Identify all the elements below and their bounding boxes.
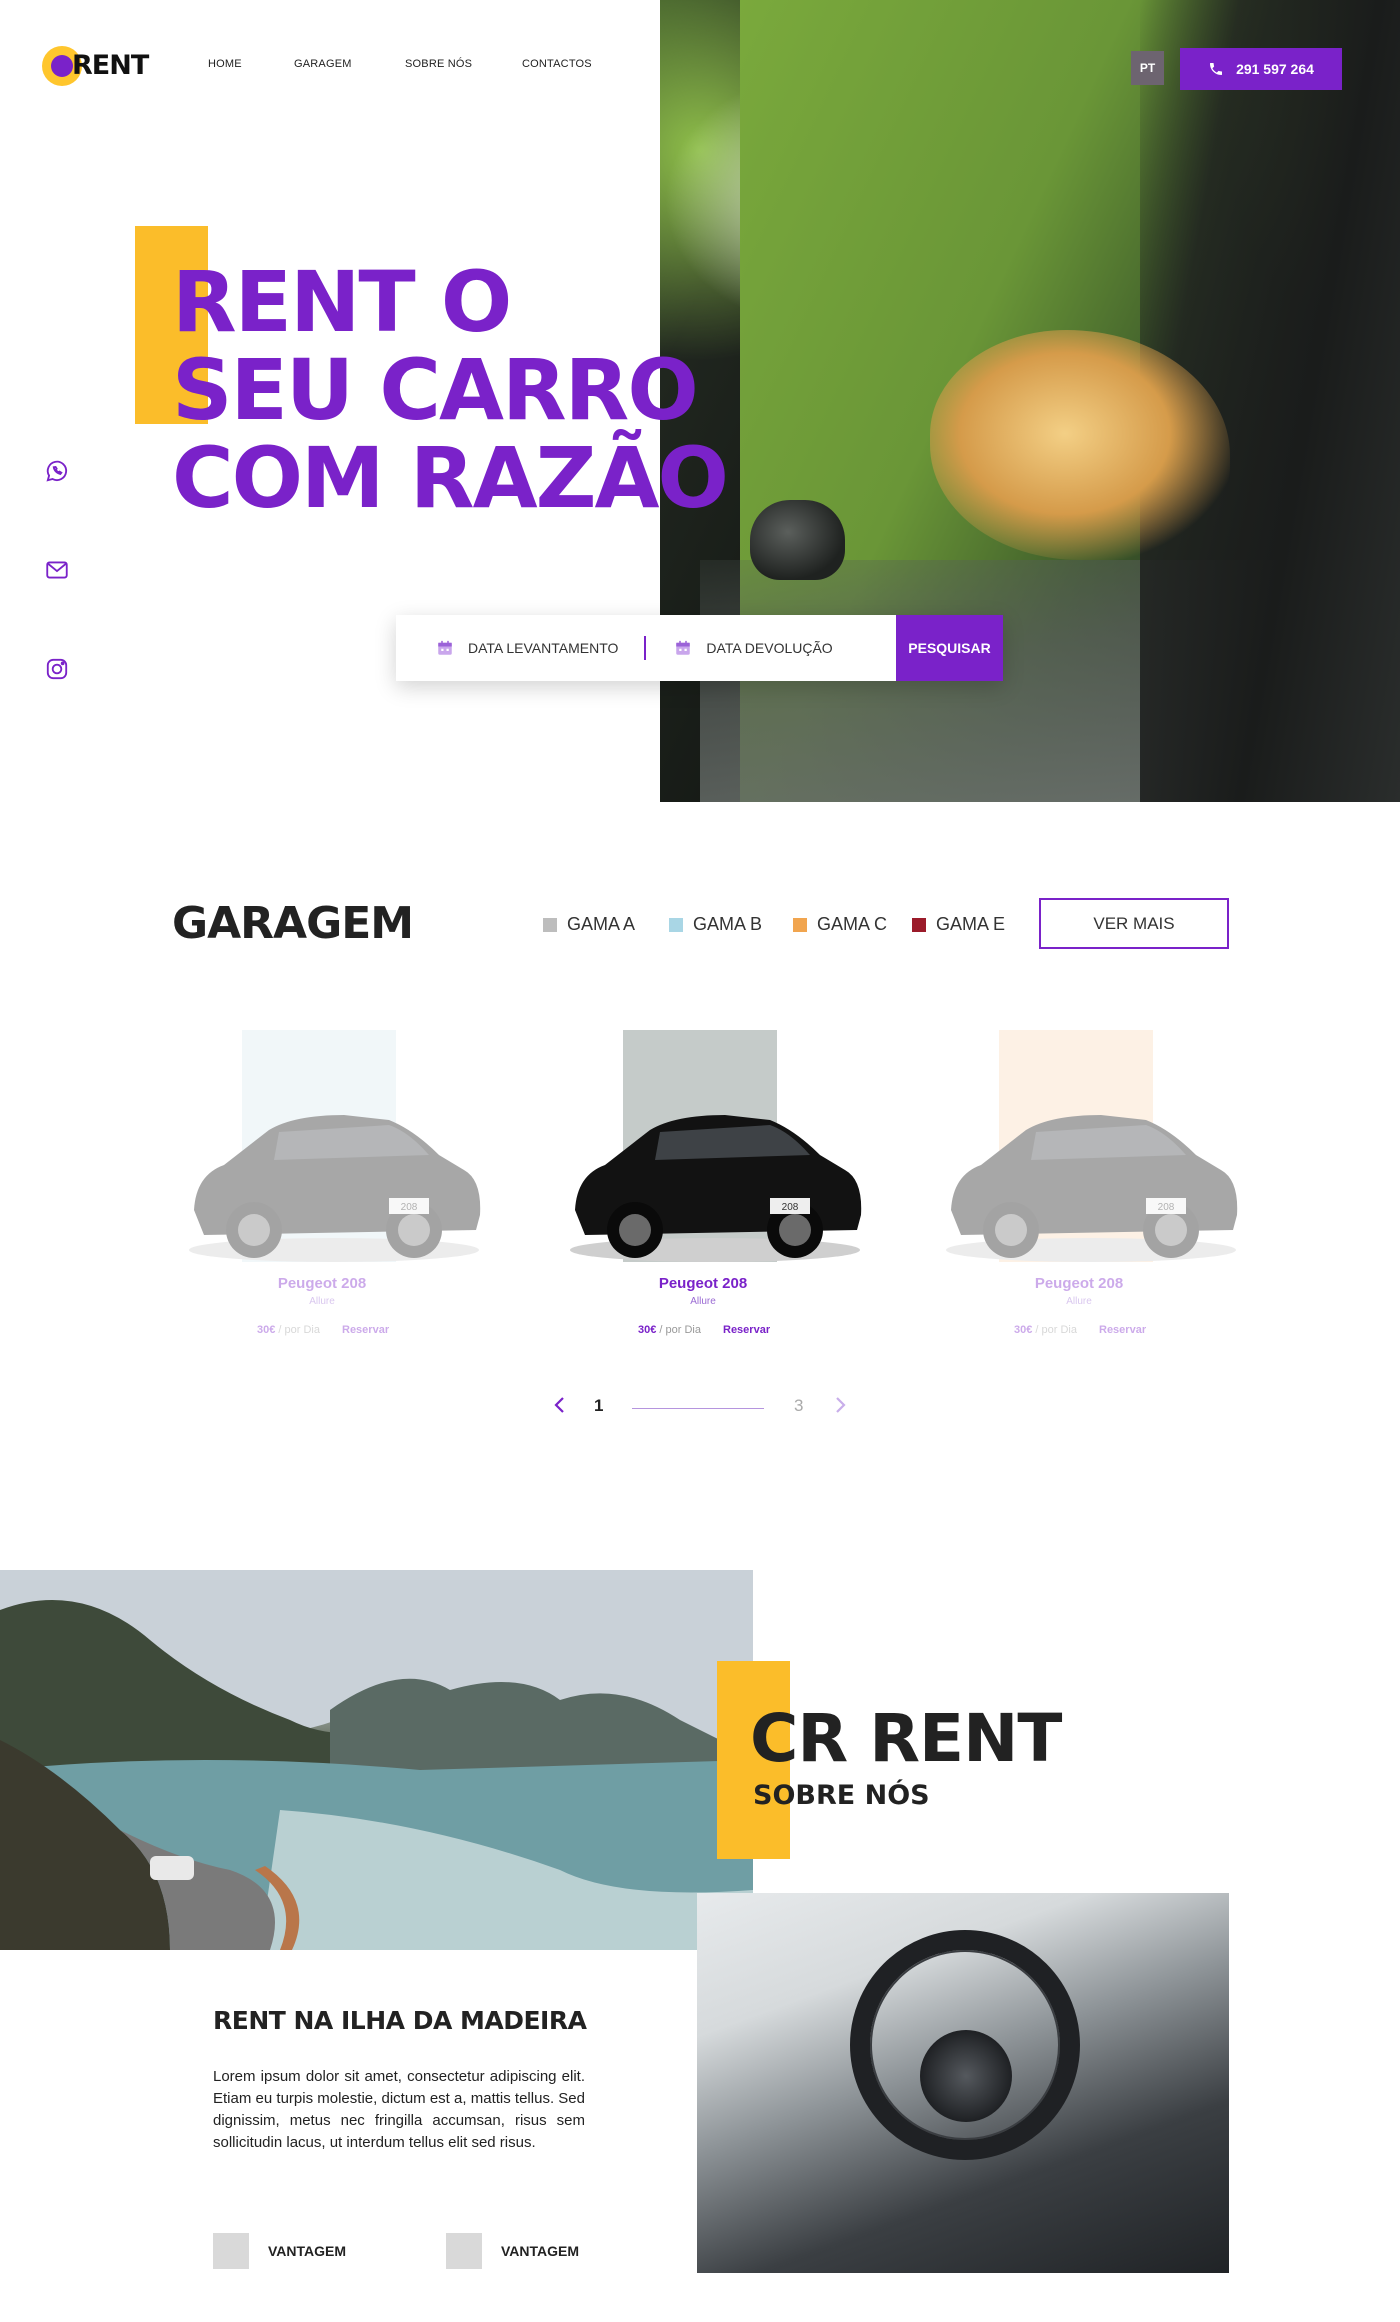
search-button[interactable]: PESQUISAR: [896, 615, 1003, 681]
legend-label: GAMA B: [693, 914, 763, 934]
legend-gama-c[interactable]: GAMA C: [793, 914, 887, 935]
reserve-link[interactable]: Reservar: [723, 1324, 770, 1336]
nav-sobre-nos[interactable]: SOBRE NÓS: [405, 58, 472, 70]
return-date-field[interactable]: DATA DEVOLUÇÃO: [646, 615, 833, 681]
coast-photo: [0, 1570, 753, 1950]
vantagem-item: VANTAGEM: [213, 2233, 346, 2269]
car-name: Peugeot 208: [1034, 1275, 1124, 1292]
logo-mark-inner: [51, 55, 73, 77]
nav-garagem[interactable]: GARAGEM: [294, 58, 352, 70]
hero-title: RENT O SEU CARRO COM RAZÃO: [172, 253, 729, 527]
car-image: 208: [189, 1115, 481, 1262]
legend-swatch: [669, 917, 683, 932]
pickup-date-label: DATA LEVANTAMENTO: [468, 640, 619, 656]
vantagem-label: VANTAGEM: [501, 2243, 580, 2259]
legend-label: GAMA C: [817, 914, 888, 934]
legend-label: GAMA E: [936, 914, 1006, 934]
vantagem-label: VANTAGEM: [268, 2243, 347, 2259]
mail-icon[interactable]: [42, 555, 72, 585]
vantagem-item: VANTAGEM: [446, 2233, 579, 2269]
reserve-link[interactable]: Reservar: [1099, 1324, 1146, 1336]
car-price: 30€ / por Dia: [257, 1324, 320, 1336]
logo-text: RENT: [72, 50, 149, 81]
about-title: CR RENT: [750, 1700, 1062, 1777]
vantagem-icon: [446, 2233, 482, 2269]
pager-total[interactable]: 3: [794, 1396, 803, 1416]
legend-label: GAMA A: [567, 914, 636, 934]
about-subtitle: SOBRE NÓS: [753, 1780, 930, 1811]
legend-gama-e[interactable]: GAMA E: [912, 914, 1005, 935]
whatsapp-icon[interactable]: [42, 456, 72, 486]
car-name: Peugeot 208: [277, 1275, 367, 1292]
car-card[interactable]: 208 Peugeot 208 Allure 30€ / por Dia Res…: [553, 1030, 873, 1350]
car-price: 30€ / por Dia: [638, 1324, 701, 1336]
calendar-icon: [438, 640, 452, 655]
about-heading: RENT NA ILHA DA MADEIRA: [213, 2006, 587, 2035]
language-button[interactable]: PT: [1131, 51, 1164, 85]
car-mirror: [750, 500, 845, 580]
legend-gama-b[interactable]: GAMA B: [669, 914, 762, 935]
nav-contactos[interactable]: CONTACTOS: [522, 58, 592, 70]
about-text: Lorem ipsum dolor sit amet, consectetur …: [213, 2068, 585, 2151]
car-trim: Allure: [1066, 1296, 1092, 1307]
nav-home[interactable]: HOME: [208, 58, 242, 70]
legend-swatch: [543, 917, 557, 932]
phone-button[interactable]: 291 597 264: [1180, 48, 1342, 90]
phone-icon: [1210, 63, 1223, 75]
steering-wheel-hub: [920, 2030, 1012, 2122]
car-plate: 208: [401, 1202, 418, 1213]
phone-number: 291 597 264: [1236, 61, 1314, 77]
instagram-icon[interactable]: [42, 654, 72, 684]
pager-prev-icon[interactable]: [553, 1396, 567, 1419]
vantagem-icon: [213, 2233, 249, 2269]
search-bar: DATA LEVANTAMENTO DATA DEVOLUÇÃO PESQUIS…: [396, 615, 1003, 681]
legend-swatch: [912, 917, 926, 932]
car-image: 208: [946, 1115, 1238, 1262]
legend-swatch: [793, 917, 807, 932]
car-price: 30€ / por Dia: [1014, 1324, 1077, 1336]
car-name: Peugeot 208: [658, 1275, 748, 1292]
car-trim: Allure: [690, 1296, 716, 1307]
reserve-link[interactable]: Reservar: [342, 1324, 389, 1336]
pickup-date-field[interactable]: DATA LEVANTAMENTO: [396, 615, 618, 681]
ver-mais-button[interactable]: VER MAIS: [1039, 898, 1229, 949]
car-trim: Allure: [309, 1296, 335, 1307]
car-image: 208: [570, 1115, 862, 1262]
car-card[interactable]: 208 Peugeot 208 Allure 30€ / por Dia Res…: [172, 1030, 492, 1350]
logo[interactable]: RENT: [42, 46, 152, 88]
legend-gama-a[interactable]: GAMA A: [543, 914, 635, 935]
calendar-icon: [676, 640, 691, 655]
return-date-label: DATA DEVOLUÇÃO: [706, 640, 833, 656]
car-plate: 208: [1158, 1202, 1175, 1213]
pager-next-icon[interactable]: [833, 1396, 847, 1419]
pager-current[interactable]: 1: [594, 1396, 603, 1416]
garagem-title: GARAGEM: [172, 898, 414, 949]
car-plate: 208: [782, 1202, 799, 1213]
car-card[interactable]: 208 Peugeot 208 Allure 30€ / por Dia Res…: [929, 1030, 1249, 1350]
pager-track: [632, 1408, 764, 1409]
